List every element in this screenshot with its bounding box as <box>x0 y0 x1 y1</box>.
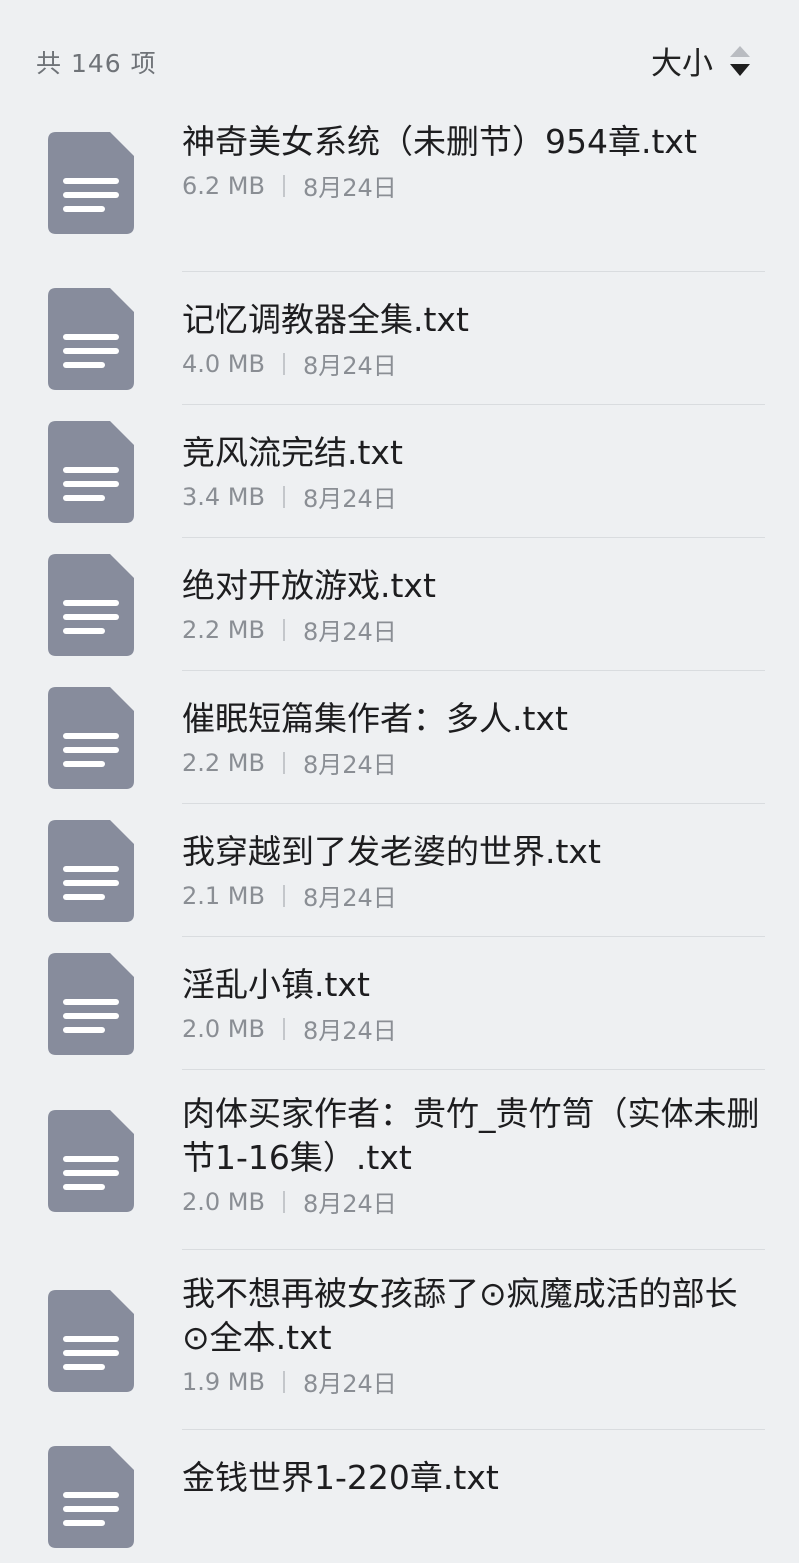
file-date: 8月24日 <box>302 1017 397 1045</box>
file-meta: 2.0 MB 8月24日 <box>182 1184 765 1219</box>
file-name: 催眠短篇集作者：多人.txt <box>182 699 568 738</box>
document-icon <box>48 1446 134 1548</box>
file-name: 我不想再被女孩舔了⊙疯魔成活的部长⊙全本.txt <box>182 1274 738 1357</box>
file-list: 神奇美女系统（未删节）954章.txt 6.2 MB 8月24日 记忆调教器全集… <box>0 110 799 1563</box>
list-item[interactable]: 记忆调教器全集.txt 4.0 MB 8月24日 <box>0 272 799 405</box>
document-icon <box>48 820 134 922</box>
file-size: 4.0 MB <box>182 349 265 378</box>
file-size: 1.9 MB <box>182 1367 265 1396</box>
file-date: 8月24日 <box>302 751 397 779</box>
file-date: 8月24日 <box>302 1190 397 1218</box>
list-item[interactable]: 我穿越到了发老婆的世界.txt 2.1 MB 8月24日 <box>0 804 799 937</box>
file-meta: 2.0 MB 8月24日 <box>182 1011 765 1046</box>
document-icon <box>48 953 134 1055</box>
file-size: 2.2 MB <box>182 748 265 777</box>
meta-separator <box>282 751 285 774</box>
sort-label: 大小 <box>651 46 713 82</box>
file-size: 6.2 MB <box>182 171 265 200</box>
list-item[interactable]: 肉体买家作者：贵竹_贵竹笥（实体未删节1-16集）.txt 2.0 MB 8月2… <box>0 1070 799 1250</box>
document-icon <box>48 421 134 523</box>
document-icon <box>48 1290 134 1392</box>
file-meta: 2.2 MB 8月24日 <box>182 612 765 647</box>
document-icon <box>48 288 134 390</box>
list-item[interactable]: 绝对开放游戏.txt 2.2 MB 8月24日 <box>0 538 799 671</box>
file-name: 记忆调教器全集.txt <box>182 300 469 339</box>
list-item[interactable]: 我不想再被女孩舔了⊙疯魔成活的部长⊙全本.txt 1.9 MB 8月24日 <box>0 1250 799 1430</box>
list-header: 共 146 项 大小 <box>0 0 799 118</box>
file-date: 8月24日 <box>302 1370 397 1398</box>
file-name: 金钱世界1-220章.txt <box>182 1458 499 1497</box>
list-item[interactable]: 催眠短篇集作者：多人.txt 2.2 MB 8月24日 <box>0 671 799 804</box>
list-item[interactable]: 金钱世界1-220章.txt <box>0 1430 799 1563</box>
item-count: 共 146 项 <box>36 49 157 78</box>
file-name: 我穿越到了发老婆的世界.txt <box>182 832 601 871</box>
document-icon <box>48 132 134 234</box>
file-date: 8月24日 <box>302 174 397 202</box>
meta-separator <box>282 1017 285 1040</box>
sort-arrows-icon <box>730 45 750 76</box>
file-name: 神奇美女系统（未删节）954章.txt <box>182 122 697 161</box>
file-meta: 2.1 MB 8月24日 <box>182 878 765 913</box>
file-size: 2.0 MB <box>182 1014 265 1043</box>
file-size: 2.0 MB <box>182 1187 265 1216</box>
meta-separator <box>282 485 285 508</box>
list-item[interactable]: 神奇美女系统（未删节）954章.txt 6.2 MB 8月24日 <box>0 110 799 272</box>
file-meta: 6.2 MB 8月24日 <box>182 168 765 203</box>
meta-separator <box>282 174 285 197</box>
file-meta: 2.2 MB 8月24日 <box>182 745 765 780</box>
file-meta: 4.0 MB 8月24日 <box>182 346 765 381</box>
file-date: 8月24日 <box>302 884 397 912</box>
file-date: 8月24日 <box>302 352 397 380</box>
document-icon <box>48 687 134 789</box>
file-name: 竞风流完结.txt <box>182 433 403 472</box>
file-size: 3.4 MB <box>182 482 265 511</box>
document-icon <box>48 554 134 656</box>
file-date: 8月24日 <box>302 485 397 513</box>
file-size: 2.2 MB <box>182 615 265 644</box>
file-name: 淫乱小镇.txt <box>182 965 370 1004</box>
list-item[interactable]: 竞风流完结.txt 3.4 MB 8月24日 <box>0 405 799 538</box>
meta-separator <box>282 352 285 375</box>
document-icon <box>48 1110 134 1212</box>
file-meta: 3.4 MB 8月24日 <box>182 479 765 514</box>
meta-separator <box>282 884 285 907</box>
sort-button[interactable]: 大小 <box>651 38 753 83</box>
file-name: 绝对开放游戏.txt <box>182 566 436 605</box>
meta-separator <box>282 1190 285 1213</box>
file-size: 2.1 MB <box>182 881 265 910</box>
file-meta: 1.9 MB 8月24日 <box>182 1364 765 1399</box>
meta-separator <box>282 618 285 641</box>
meta-separator <box>282 1370 285 1393</box>
file-name: 肉体买家作者：贵竹_贵竹笥（实体未删节1-16集）.txt <box>182 1094 760 1177</box>
list-item[interactable]: 淫乱小镇.txt 2.0 MB 8月24日 <box>0 937 799 1070</box>
file-date: 8月24日 <box>302 618 397 646</box>
